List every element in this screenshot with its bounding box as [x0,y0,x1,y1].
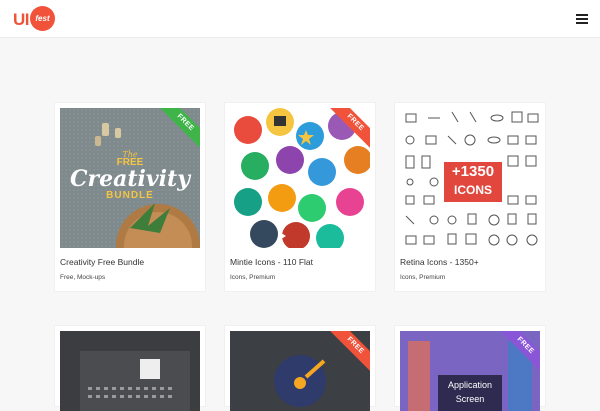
card-row2-3[interactable]: Application Screen FREE [395,326,545,411]
card-row2-2[interactable]: FREE [225,326,375,411]
card-tags[interactable]: Free, Mock-ups [60,274,105,281]
card-thumbnail[interactable]: FREE [230,331,370,411]
logo-badge: fest [30,6,55,31]
art-screen: Screen [455,394,485,404]
card-thumbnail[interactable]: FREE [230,108,370,248]
art-count: +1350 [451,163,495,180]
logo-text: UI [13,9,30,29]
art-creativity: Creativity [70,166,190,192]
card-tags[interactable]: Icons, Premium [400,274,445,281]
creativity-title-art: The FREE Creativity BUNDLE [60,150,200,201]
card-mintie-icons[interactable]: FREE Mintie Icons - 110 Flat Icons, Prem… [225,103,375,291]
card-retina-icons[interactable]: +1350 ICONS Retina Icons - 1350+ Icons, … [395,103,545,291]
card-thumbnail[interactable]: Application Screen FREE [400,331,540,411]
card-title[interactable]: Creativity Free Bundle [60,257,144,267]
card-tags[interactable]: Icons, Premium [230,274,275,281]
ui-kit-artwork [80,351,190,411]
card-creativity-bundle[interactable]: The FREE Creativity BUNDLE FREE Creativi… [55,103,205,291]
hamburger-menu-icon[interactable] [576,14,588,24]
card-title[interactable]: Retina Icons - 1350+ [400,257,479,267]
site-logo[interactable]: UI fest [13,6,55,31]
app-screen-label: Application Screen [438,375,502,411]
top-bar: UI fest [0,0,600,38]
card-row2-1[interactable] [55,326,205,411]
art-application: Application [447,380,493,390]
mintie-icons-artwork [234,108,370,248]
card-thumbnail[interactable]: +1350 ICONS [400,108,540,248]
retina-count-badge: +1350 ICONS [444,162,502,202]
card-title[interactable]: Mintie Icons - 110 Flat [230,257,313,267]
art-icons: ICONS [453,183,492,197]
card-thumbnail[interactable] [60,331,200,411]
card-thumbnail[interactable]: The FREE Creativity BUNDLE FREE [60,108,200,248]
